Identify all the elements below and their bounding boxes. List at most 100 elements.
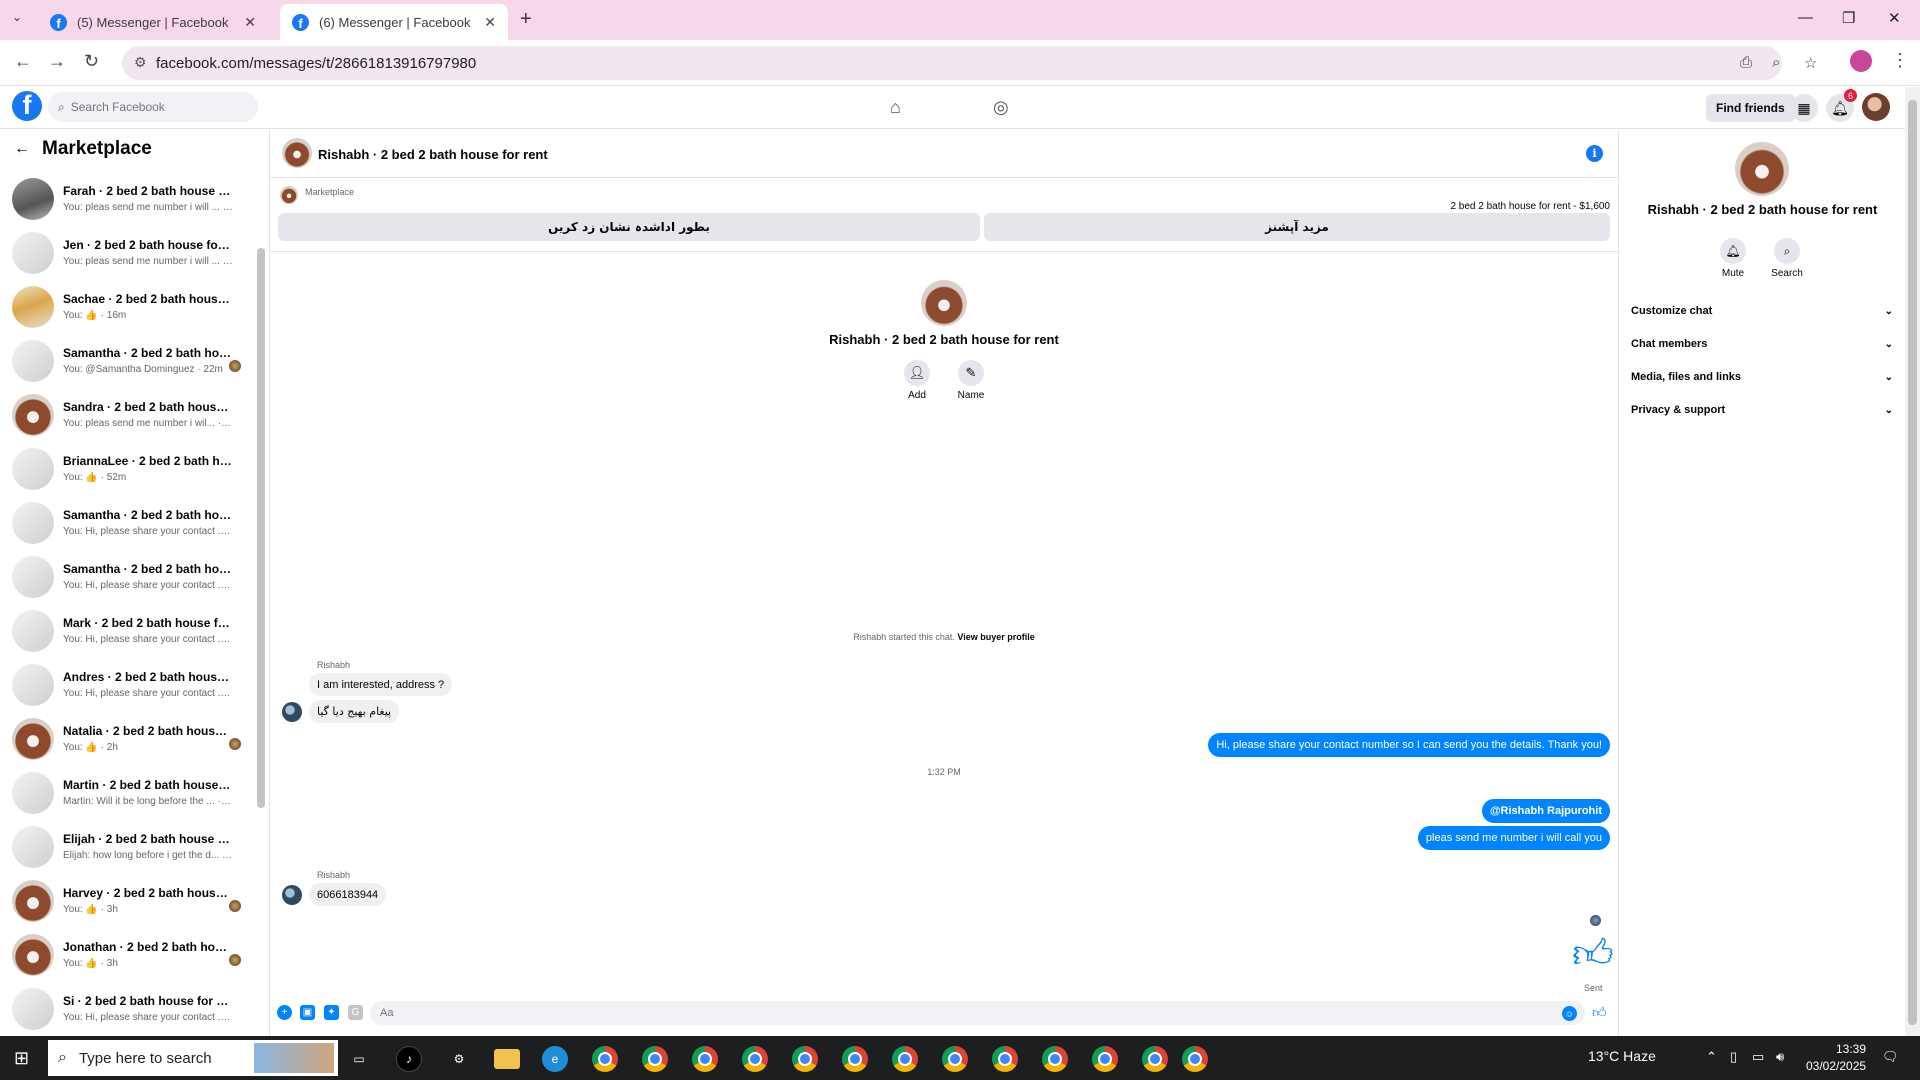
sidebar-scrollbar[interactable] xyxy=(257,248,265,808)
privacy-support-row[interactable]: Privacy & support ⌄ xyxy=(1631,399,1893,421)
minimize-icon[interactable]: — xyxy=(1798,9,1813,26)
attach-image-icon[interactable]: ▣ xyxy=(300,1005,315,1020)
emoji-icon[interactable]: ☺ xyxy=(1562,1006,1577,1021)
file-explorer-icon[interactable] xyxy=(494,1049,520,1069)
windows-start-icon[interactable]: ⊞ xyxy=(14,1048,29,1069)
facebook-logo-icon[interactable]: f xyxy=(12,91,42,121)
chrome-icon[interactable] xyxy=(742,1046,768,1072)
groups-icon[interactable]: ◎ xyxy=(993,97,1009,118)
back-arrow-icon[interactable]: ← xyxy=(14,140,30,158)
tiktok-icon[interactable]: ♪ xyxy=(396,1046,422,1072)
chrome-icon[interactable] xyxy=(992,1046,1018,1072)
gif-icon[interactable]: G xyxy=(348,1005,363,1020)
sender-avatar[interactable] xyxy=(282,702,302,722)
find-friends-button[interactable]: Find friends xyxy=(1706,94,1795,122)
page-scrollbar-thumb[interactable] xyxy=(1908,100,1917,1025)
bookmark-star-icon[interactable]: ☆ xyxy=(1804,54,1817,72)
sticker-icon[interactable]: ✦ xyxy=(324,1005,339,1020)
mute-button[interactable]: 🔔︎ Mute xyxy=(1708,238,1758,279)
conversation-item[interactable]: Andres · 2 bed 2 bath house fo... You: Hi… xyxy=(0,658,250,712)
send-like-icon[interactable]: 👍︎ xyxy=(1592,1004,1607,1021)
conversation-item[interactable]: Martin · 2 bed 2 bath house for... Martin… xyxy=(0,766,250,820)
tab-messenger-6[interactable]: f (6) Messenger | Facebook ✕ xyxy=(280,4,508,40)
chrome-icon[interactable] xyxy=(942,1046,968,1072)
customize-chat-row[interactable]: Customize chat ⌄ xyxy=(1631,300,1893,322)
task-view-icon[interactable]: ▭ xyxy=(346,1046,372,1072)
tab-messenger-5[interactable]: f (5) Messenger | Facebook ✕ xyxy=(38,4,268,40)
weather-widget[interactable]: 13°C Haze xyxy=(1588,1048,1656,1064)
chrome-icon[interactable] xyxy=(1042,1046,1068,1072)
conversation-item[interactable]: Elijah · 2 bed 2 bath house for r... Elij… xyxy=(0,820,250,874)
outgoing-mention-message[interactable]: @Rishabh Rajpurohit xyxy=(1481,799,1610,823)
chat-title[interactable]: Rishabh · 2 bed 2 bath house for rent xyxy=(318,147,548,162)
big-thumbs-up-icon[interactable]: 👍︎ xyxy=(1572,930,1614,978)
home-icon[interactable]: ⌂ xyxy=(890,97,901,118)
browser-menu-icon[interactable]: ⋮ xyxy=(1891,50,1909,71)
message-input[interactable] xyxy=(380,1007,1530,1019)
conversation-item[interactable]: Sandra · 2 bed 2 bath house fo... You: pl… xyxy=(0,388,250,442)
chrome-icon[interactable] xyxy=(1182,1046,1208,1072)
media-files-links-row[interactable]: Media, files and links ⌄ xyxy=(1631,366,1893,388)
tab-search-chevron-icon[interactable]: ⌄ xyxy=(12,10,22,24)
chrome-icon[interactable] xyxy=(792,1046,818,1072)
account-avatar[interactable] xyxy=(1862,93,1890,121)
chrome-icon[interactable] xyxy=(642,1046,668,1072)
chrome-icon[interactable] xyxy=(1142,1046,1168,1072)
menu-grid-icon[interactable]: ▦ xyxy=(1790,94,1818,122)
device-icon[interactable]: ▯ xyxy=(1730,1049,1737,1065)
conversation-item[interactable]: BriannaLee · 2 bed 2 bath hous... You: 👍 … xyxy=(0,442,250,496)
close-tab-icon[interactable]: ✕ xyxy=(244,14,256,31)
edge-icon[interactable]: e xyxy=(542,1046,568,1072)
listing-price[interactable]: 2 bed 2 bath house for rent - $1,600 xyxy=(1450,201,1610,212)
browser-profile-icon[interactable] xyxy=(1850,50,1872,72)
chat-avatar[interactable] xyxy=(282,138,312,168)
facebook-search-input[interactable] xyxy=(70,100,231,114)
message-input-box[interactable]: ☺ xyxy=(370,1001,1585,1025)
conversation-item[interactable]: Jen · 2 bed 2 bath house for rent You: pl… xyxy=(0,226,250,280)
conversation-item[interactable]: Samantha · 2 bed 2 bath house... You: Hi,… xyxy=(0,550,250,604)
more-options-button[interactable]: مزید آپشنز xyxy=(984,213,1610,241)
search-in-chat-button[interactable]: ⌕ Search xyxy=(1762,238,1812,279)
taskbar-search-box[interactable]: ⌕ Type here to search xyxy=(48,1040,338,1076)
site-settings-icon[interactable]: ⚙ xyxy=(134,54,147,71)
conversation-item[interactable]: Jonathan · 2 bed 2 bath hous... You: 👍 · … xyxy=(0,928,250,982)
chrome-icon[interactable] xyxy=(592,1046,618,1072)
settings-gear-icon[interactable]: ⚙ xyxy=(446,1046,472,1072)
name-chat-button[interactable]: ✎ Name xyxy=(946,360,996,401)
incoming-message[interactable]: I am interested, address ? xyxy=(309,673,453,696)
conversation-item[interactable]: Sachae · 2 bed 2 bath house fo... You: 👍 … xyxy=(0,280,250,334)
conversation-item[interactable]: Samantha · 2 bed 2 bath hou... You: @Sama… xyxy=(0,334,250,388)
volume-icon[interactable]: 🔊︎ xyxy=(1776,1049,1784,1065)
incoming-message[interactable]: پیغام بھیج دیا گیا xyxy=(309,700,400,723)
close-tab-icon[interactable]: ✕ xyxy=(484,14,496,31)
mark-as-unread-button[interactable]: بطور اداشدہ نشان زد کریں xyxy=(278,213,980,241)
chrome-icon[interactable] xyxy=(1092,1046,1118,1072)
forward-arrow-icon[interactable]: → xyxy=(48,51,66,72)
reload-icon[interactable]: ↻ xyxy=(84,51,99,72)
taskbar-clock[interactable]: 13:39 03/02/2025 xyxy=(1806,1041,1866,1075)
conversation-item[interactable]: Natalia · 2 bed 2 bath house ... You: 👍 ·… xyxy=(0,712,250,766)
conversation-item[interactable]: Mark · 2 bed 2 bath house for r... You: H… xyxy=(0,604,250,658)
chrome-icon[interactable] xyxy=(692,1046,718,1072)
zoom-icon[interactable]: ⌕ xyxy=(1772,54,1780,71)
chat-members-row[interactable]: Chat members ⌄ xyxy=(1631,333,1893,355)
outgoing-message[interactable]: Hi, please share your contact number so … xyxy=(1208,733,1610,757)
install-app-icon[interactable]: ⎙ xyxy=(1740,54,1752,71)
view-buyer-profile-link[interactable]: View buyer profile xyxy=(957,632,1034,642)
url-omnibox[interactable]: ⚙ facebook.com/messages/t/28661813916797… xyxy=(122,46,1817,80)
facebook-search-box[interactable]: ⌕ xyxy=(48,92,258,122)
notifications-center-icon[interactable]: 🗨︎ xyxy=(1882,1049,1899,1065)
info-icon[interactable]: i xyxy=(1586,145,1603,162)
outgoing-message[interactable]: pleas send me number i will call you xyxy=(1417,826,1610,850)
show-hidden-icons-chevron-icon[interactable]: ⌃ xyxy=(1706,1049,1717,1065)
sender-avatar[interactable] xyxy=(282,885,302,905)
back-arrow-icon[interactable]: ← xyxy=(14,51,32,72)
add-people-button[interactable]: 👤︎ Add xyxy=(892,360,942,401)
network-icon[interactable]: ▭ xyxy=(1752,1049,1764,1065)
conversation-item[interactable]: Harvey · 2 bed 2 bath house ... You: 👍 · … xyxy=(0,874,250,928)
plus-actions-icon[interactable]: + xyxy=(277,1005,292,1020)
conversation-item[interactable]: Si · 2 bed 2 bath house for rent You: Hi,… xyxy=(0,982,250,1036)
restore-icon[interactable]: ❐ xyxy=(1842,9,1855,27)
conversation-item[interactable]: Farah · 2 bed 2 bath house for r... You: … xyxy=(0,172,250,226)
conversation-item[interactable]: Samantha · 2 bed 2 bath house... You: Hi,… xyxy=(0,496,250,550)
